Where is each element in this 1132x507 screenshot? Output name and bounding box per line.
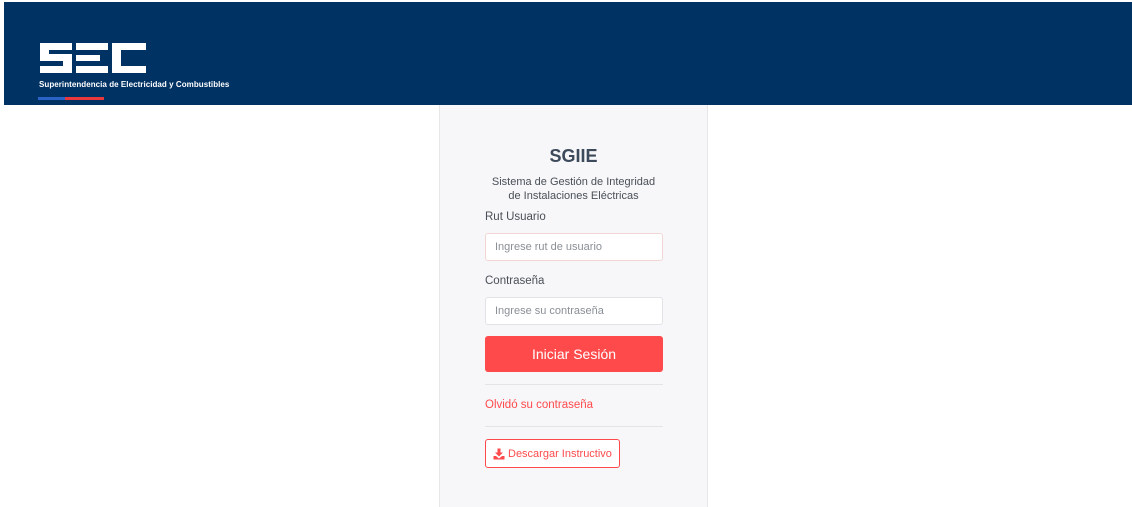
- app-subtitle: Sistema de Gestión de Integridad de Inst…: [440, 175, 707, 203]
- sec-logo[interactable]: Superintendencia de Electricidad y Combu…: [38, 40, 248, 104]
- app-subtitle-line-1: Sistema de Gestión de Integridad: [491, 176, 656, 188]
- sec-logo-mark: [40, 43, 146, 73]
- logo-stripe-blue: [38, 97, 65, 100]
- download-label: Descargar Instructivo: [508, 447, 612, 460]
- logo-subtitle: Superintendencia de Electricidad y Combu…: [39, 80, 230, 89]
- divider-top: [485, 384, 663, 385]
- password-label: Contraseña: [485, 275, 545, 287]
- rut-input[interactable]: [485, 233, 663, 261]
- app-title: SGIIE: [549, 146, 598, 166]
- logo-stripe-red: [65, 97, 104, 100]
- login-button[interactable]: Iniciar Sesión: [485, 336, 663, 372]
- top-header-bar: Superintendencia de Electricidad y Combu…: [4, 2, 1132, 105]
- rut-label: Rut Usuario: [485, 211, 546, 223]
- divider-bottom: [485, 426, 663, 427]
- forgot-password-link[interactable]: Olvidó su contraseña: [485, 399, 593, 411]
- download-icon: [493, 448, 505, 459]
- download-instructions-button[interactable]: Descargar Instructivo: [485, 439, 620, 468]
- app-subtitle-line-2: de Instalaciones Eléctricas: [508, 190, 639, 202]
- password-input[interactable]: [485, 297, 663, 325]
- login-panel: SGIIE Sistema de Gestión de Integridad d…: [439, 105, 708, 507]
